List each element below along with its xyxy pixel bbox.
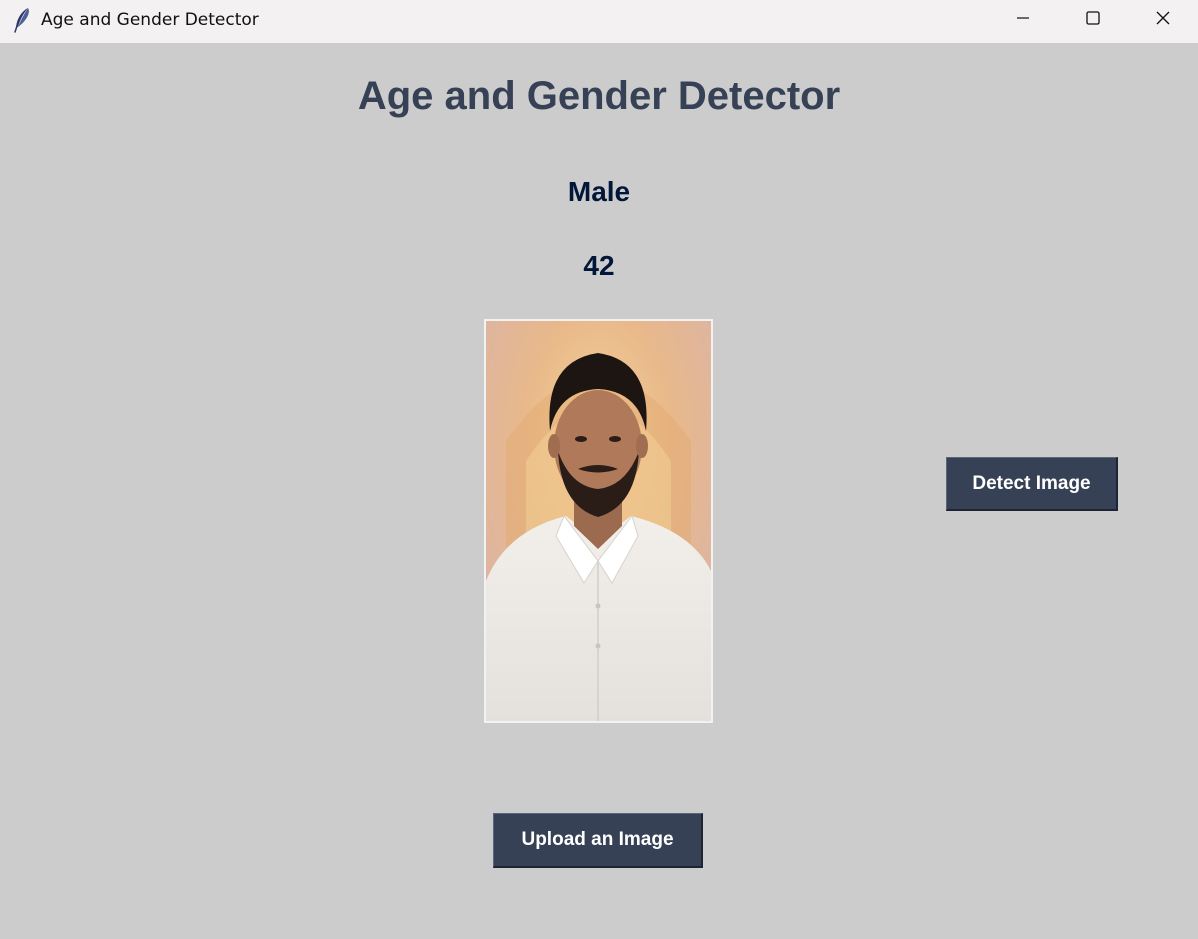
minimize-icon [1015,10,1031,31]
close-icon [1155,10,1171,31]
gender-result: Male [567,176,631,207]
app-window: Age and Gender Detector Age and Gender D… [0,0,1198,939]
age-result: 42 [583,250,615,281]
window-title: Age and Gender Detector [41,10,259,30]
portrait-photo [484,319,713,723]
page-title: Age and Gender Detector [357,74,841,118]
title-bar[interactable]: Age and Gender Detector [0,0,1198,43]
minimize-button[interactable] [988,0,1058,40]
maximize-button[interactable] [1058,0,1128,40]
feather-icon [12,7,34,33]
close-button[interactable] [1128,0,1198,40]
upload-image-button[interactable]: Upload an Image [493,813,703,868]
maximize-icon [1085,10,1101,31]
detect-image-button[interactable]: Detect Image [946,457,1118,511]
